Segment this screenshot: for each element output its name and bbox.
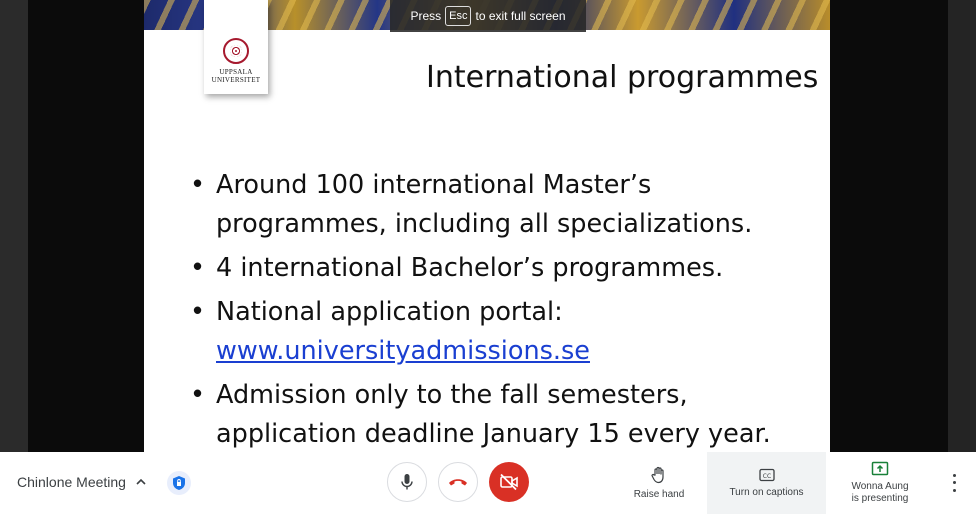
camera-button[interactable] <box>489 462 529 502</box>
presentation-status-button[interactable]: Wonna Aung is presenting <box>838 452 922 514</box>
right-tile-edge <box>948 0 976 452</box>
university-seal-icon <box>223 38 249 64</box>
esc-key-badge: Esc <box>445 6 472 26</box>
bullet-list: • Around 100 international Master’s prog… <box>188 166 828 452</box>
chevron-up-icon <box>136 478 146 485</box>
bullet-item: • Admission only to the fall semesters, … <box>188 376 828 452</box>
left-letterbox <box>28 0 144 452</box>
svg-text:CC: CC <box>762 473 770 480</box>
logo-line-2: UNIVERSITET <box>211 76 261 84</box>
bullet-line: programmes, including all specialization… <box>216 209 753 239</box>
host-controls-button[interactable] <box>167 471 191 495</box>
logo-text: UPPSALA UNIVERSITET <box>212 68 261 84</box>
bullet-line: National application portal: <box>216 297 563 327</box>
logo-line-1: UPPSALA <box>219 68 253 76</box>
shield-icon <box>173 476 185 490</box>
admissions-link[interactable]: www.universityadmissions.se <box>216 336 590 366</box>
raise-hand-label: Raise hand <box>633 488 685 500</box>
hint-prefix: Press <box>410 9 442 23</box>
meeting-details-button[interactable]: Chinlone Meeting <box>17 474 148 490</box>
presenting-status: is presenting <box>851 493 909 504</box>
bullet-dot: • <box>190 170 206 200</box>
captions-label: Turn on captions <box>729 486 804 498</box>
microphone-button[interactable] <box>387 462 427 502</box>
presentation-slide: UPPSALA UNIVERSITET International progra… <box>144 0 830 452</box>
slide-title: International programmes <box>426 60 819 95</box>
fullscreen-hint: Press Esc to exit full screen <box>390 0 586 32</box>
camera-off-icon <box>500 473 518 491</box>
presenter-name: Wonna Aung <box>851 481 909 492</box>
university-logo: UPPSALA UNIVERSITET <box>204 0 268 94</box>
leave-call-button[interactable] <box>438 462 478 502</box>
left-tile-edge <box>0 0 28 452</box>
hint-suffix: to exit full screen <box>475 9 566 23</box>
captions-button[interactable]: CC Turn on captions <box>707 452 826 514</box>
raise-hand-icon <box>651 466 664 483</box>
hang-up-icon <box>449 479 467 486</box>
bullet-item: • 4 international Bachelor’s programmes. <box>188 249 828 288</box>
bullet-line: Around 100 international Master’s <box>216 170 652 200</box>
meeting-toolbar: Chinlone Meeting Raise hand CC Turn on c… <box>0 452 976 514</box>
right-letterbox <box>830 0 948 452</box>
bullet-line: application deadline January 15 every ye… <box>216 419 771 449</box>
bullet-dot: • <box>190 253 206 283</box>
closed-captions-icon: CC <box>758 468 775 481</box>
bullet-dot: • <box>190 297 206 327</box>
bullet-item: • National application portal: www.unive… <box>188 293 828 371</box>
raise-hand-button[interactable]: Raise hand <box>624 452 694 514</box>
present-screen-icon <box>871 461 889 476</box>
bullet-line: Admission only to the fall semesters, <box>216 380 688 410</box>
bullet-item: • Around 100 international Master’s prog… <box>188 166 828 244</box>
presentation-stage: UPPSALA UNIVERSITET International progra… <box>0 0 976 452</box>
bullet-line: 4 international Bachelor’s programmes. <box>216 253 724 283</box>
bullet-dot: • <box>190 380 206 410</box>
more-options-icon[interactable] <box>944 472 964 494</box>
microphone-icon <box>401 474 413 490</box>
meeting-name: Chinlone Meeting <box>17 474 126 490</box>
